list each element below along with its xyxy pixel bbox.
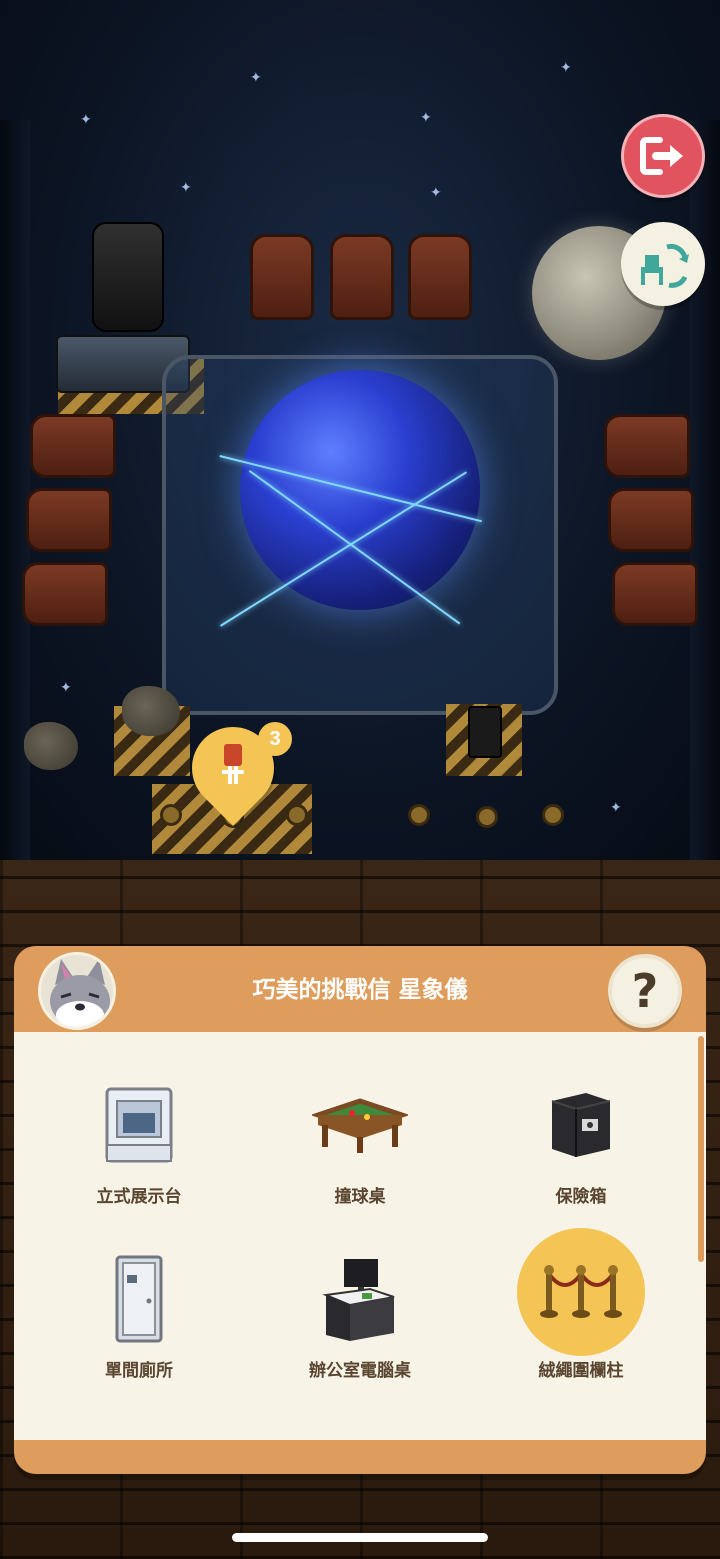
rope-post[interactable] — [476, 806, 498, 828]
pool-table-icon — [312, 1098, 408, 1153]
speaker[interactable] — [468, 706, 502, 758]
furniture-item-office-desk[interactable]: 辦公室電腦桌 — [250, 1238, 470, 1388]
rope-post[interactable] — [286, 804, 308, 826]
item-label: 保險箱 — [555, 1187, 607, 1207]
toilet-booth-icon — [115, 1255, 163, 1343]
furniture-item-rope-partition[interactable]: 絨繩圍欄柱 — [471, 1228, 691, 1388]
star-sparkle: ✦ — [60, 680, 72, 696]
star-sparkle: ✦ — [560, 60, 572, 76]
office-desk-icon — [322, 1259, 395, 1341]
grid-scrollbar[interactable] — [698, 1036, 704, 1262]
safe-icon — [551, 1093, 611, 1157]
rope-partition-icon — [540, 1265, 622, 1318]
furniture-item-pool-table[interactable]: 撞球桌 — [250, 1064, 470, 1214]
theater-seat[interactable] — [30, 414, 116, 478]
right-wall — [690, 120, 720, 860]
swap-furniture-button[interactable] — [621, 222, 705, 306]
meteorite-decoration[interactable] — [122, 686, 180, 736]
star-sparkle: ✦ — [610, 800, 622, 816]
star-sparkle: ✦ — [250, 70, 262, 86]
item-label: 立式展示台 — [96, 1187, 182, 1207]
meteorite-decoration[interactable] — [24, 722, 78, 770]
rope-post[interactable] — [408, 804, 430, 826]
theater-seat[interactable] — [22, 562, 108, 626]
office-chair[interactable] — [92, 222, 164, 332]
home-indicator[interactable] — [232, 1533, 488, 1542]
rope-post[interactable] — [542, 804, 564, 826]
pin-count-badge: 3 — [258, 722, 292, 756]
panel-title: 巧美的挑戰信 星象儀 — [252, 977, 468, 1003]
exit-door-icon — [640, 137, 683, 175]
star-sparkle: ✦ — [180, 180, 192, 196]
furniture-item-partial[interactable] — [250, 1402, 470, 1440]
item-label: 單間廁所 — [105, 1361, 173, 1381]
furniture-grid: 立式展示台 撞球桌 保險箱 單間廁所 辦公室電腦桌 絨繩圍欄柱 — [14, 1032, 706, 1440]
panel-header: 巧美的挑戰信 星象儀 ? — [14, 946, 706, 1032]
selected-highlight — [517, 1228, 645, 1356]
theater-seat[interactable] — [250, 234, 314, 320]
help-button[interactable]: ? — [608, 954, 682, 1028]
theater-seat[interactable] — [604, 414, 690, 478]
furniture-item-display-stand[interactable]: 立式展示台 — [29, 1064, 249, 1214]
theater-seat[interactable] — [26, 488, 112, 552]
display-stand-icon — [105, 1087, 173, 1163]
star-sparkle: ✦ — [80, 112, 92, 128]
item-label: 絨繩圍欄柱 — [538, 1361, 624, 1381]
rope-post[interactable] — [160, 804, 182, 826]
theater-seat[interactable] — [330, 234, 394, 320]
theater-seat[interactable] — [612, 562, 698, 626]
challenge-panel: 巧美的挑戰信 星象儀 ? 立式展示台 撞球桌 保險箱 單間廁所 辦公室電腦桌 絨… — [14, 946, 706, 1474]
theater-seat[interactable] — [608, 488, 694, 552]
villager-avatar[interactable] — [38, 952, 116, 1030]
furniture-item-partial[interactable] — [471, 1402, 691, 1440]
item-label: 辦公室電腦桌 — [309, 1361, 411, 1381]
swap-furniture-icon — [641, 243, 689, 288]
star-sparkle: ✦ — [420, 110, 432, 126]
star-sparkle: ✦ — [430, 185, 442, 201]
furniture-item-partial[interactable] — [29, 1402, 249, 1440]
furniture-item-safe[interactable]: 保險箱 — [471, 1064, 691, 1214]
item-label: 撞球桌 — [334, 1187, 386, 1207]
planetarium-room: ✦ ✦ ✦ ✦ ✦ ✦ ✦ ✦ — [0, 0, 720, 870]
exit-button[interactable] — [621, 114, 705, 198]
rope-post-pin-icon — [222, 744, 244, 784]
theater-seat[interactable] — [408, 234, 472, 320]
furniture-item-toilet-booth[interactable]: 單間廁所 — [29, 1238, 249, 1388]
